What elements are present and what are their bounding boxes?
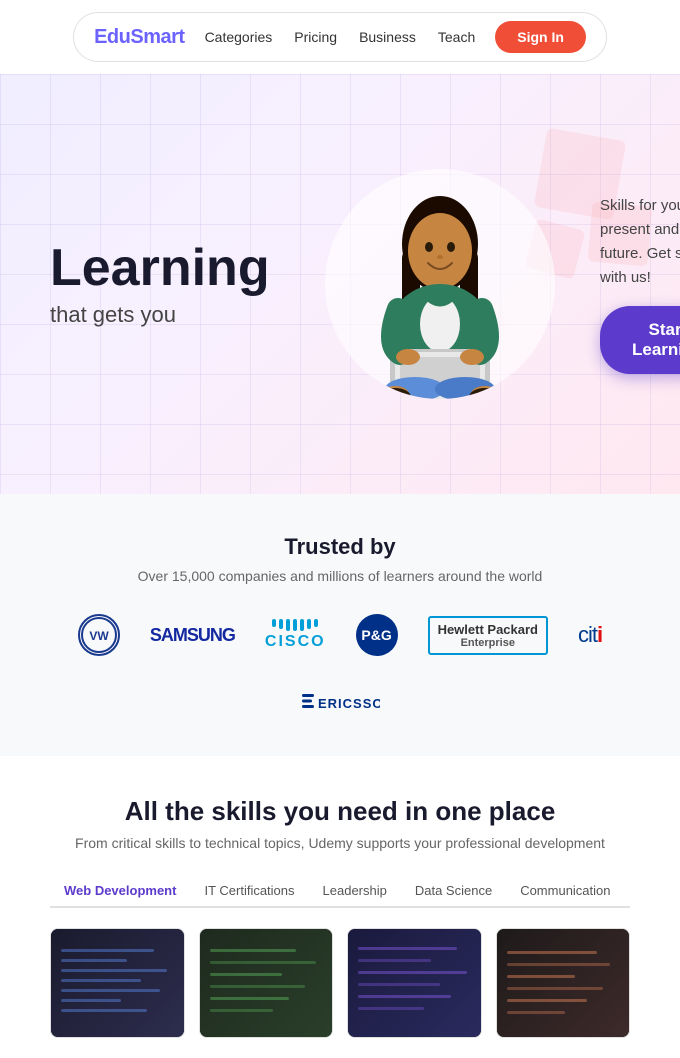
trusted-section: Trusted by Over 15,000 companies and mil… — [0, 494, 680, 756]
hp-logo: Hewlett Packard Enterprise — [428, 616, 548, 655]
tab-business-analytics[interactable]: Business Analytics & Intelligence — [625, 875, 630, 908]
signin-button[interactable]: Sign In — [495, 21, 586, 53]
svg-text:VW: VW — [89, 629, 109, 643]
course-card-3[interactable] — [347, 928, 482, 1038]
hero-right: Skills for your present and your future.… — [590, 194, 680, 374]
course-card-1[interactable] — [50, 928, 185, 1038]
logo-suffix: Smart — [130, 26, 184, 48]
hero-circle-bg — [325, 169, 555, 399]
course-card-4[interactable] — [496, 928, 631, 1038]
logo: EduSmart — [94, 26, 184, 49]
skills-title: All the skills you need in one place — [50, 796, 630, 827]
samsung-logo: SAMSUNG — [150, 625, 235, 646]
tab-leadership[interactable]: Leadership — [309, 875, 401, 908]
start-learning-button[interactable]: Start Learning — [600, 306, 680, 374]
pg-logo: P&G — [356, 614, 398, 656]
nav-pricing[interactable]: Pricing — [294, 29, 337, 45]
skills-subtitle: From critical skills to technical topics… — [50, 835, 630, 851]
hero-content: Learning that gets you — [50, 169, 630, 399]
hero-image — [310, 169, 570, 399]
skills-tabs: Web Development IT Certifications Leader… — [50, 875, 630, 908]
logo-prefix: Edu — [94, 26, 130, 48]
skills-section: All the skills you need in one place Fro… — [0, 756, 680, 1058]
ericsson-svg: ERICSSON — [300, 686, 380, 716]
nav-teach[interactable]: Teach — [438, 29, 475, 45]
hero-subtitle: that gets you — [50, 302, 290, 328]
course-card-2[interactable] — [199, 928, 334, 1038]
nav-business[interactable]: Business — [359, 29, 416, 45]
hero-left: Learning that gets you — [50, 240, 290, 327]
trusted-subtitle: Over 15,000 companies and millions of le… — [50, 568, 630, 584]
vw-logo: VW — [78, 614, 120, 656]
tab-it-cert[interactable]: IT Certifications — [190, 875, 308, 908]
svg-text:ERICSSON: ERICSSON — [318, 696, 380, 711]
citi-logo: citi — [578, 622, 602, 648]
tab-web-dev[interactable]: Web Development — [50, 875, 190, 908]
hero-title: Learning — [50, 240, 290, 297]
trusted-title: Trusted by — [50, 534, 630, 560]
tab-communication[interactable]: Communication — [506, 875, 624, 908]
tab-data-science[interactable]: Data Science — [401, 875, 506, 908]
hero-description: Skills for your present and your future.… — [600, 194, 680, 290]
nav-categories[interactable]: Categories — [205, 29, 273, 45]
nav-links: Categories Pricing Business Teach — [205, 29, 476, 45]
navbar: EduSmart Categories Pricing Business Tea… — [0, 0, 680, 74]
nav-pill: EduSmart Categories Pricing Business Tea… — [73, 12, 607, 62]
vw-svg: VW — [81, 617, 117, 653]
hero-section: Learning that gets you — [0, 74, 680, 494]
course-cards — [50, 928, 630, 1038]
logos-row: VW SAMSUNG CISCO — [50, 614, 630, 716]
ericsson-logo: ERICSSON — [300, 686, 380, 716]
cisco-logo: CISCO — [265, 619, 326, 651]
person-svg — [340, 179, 540, 399]
